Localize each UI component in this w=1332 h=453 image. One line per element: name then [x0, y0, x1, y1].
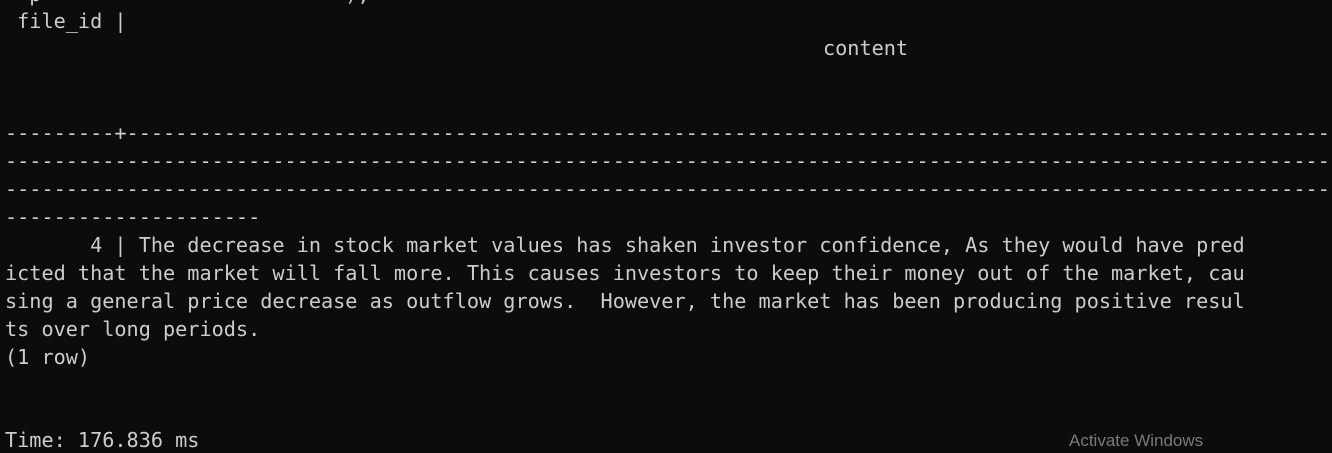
table-separator-line: ----------------------------------------…: [5, 149, 1332, 173]
table-separator-line: ---------------------: [5, 205, 261, 229]
table-row-text: icted that the market will fall more. Th…: [5, 261, 1245, 285]
terminal-window[interactable]: p ), file_id | content ---------+-------…: [0, 0, 1332, 453]
row-count: (1 row): [5, 345, 91, 369]
table-separator-line: ---------+------------------------------…: [5, 121, 1332, 145]
table-separator-line: ----------------------------------------…: [5, 177, 1332, 201]
activate-windows-watermark: Activate Windows: [1069, 431, 1204, 450]
query-timing: Time: 176.836 ms: [5, 428, 200, 452]
table-row-text: 4 | The decrease in stock market values …: [5, 233, 1245, 257]
column-header-file-id: file_id |: [5, 9, 127, 33]
table-row-text: ts over long periods.: [5, 317, 261, 341]
table-row-text: sing a general price decrease as outflow…: [5, 289, 1245, 313]
column-header-content: content: [823, 36, 909, 60]
